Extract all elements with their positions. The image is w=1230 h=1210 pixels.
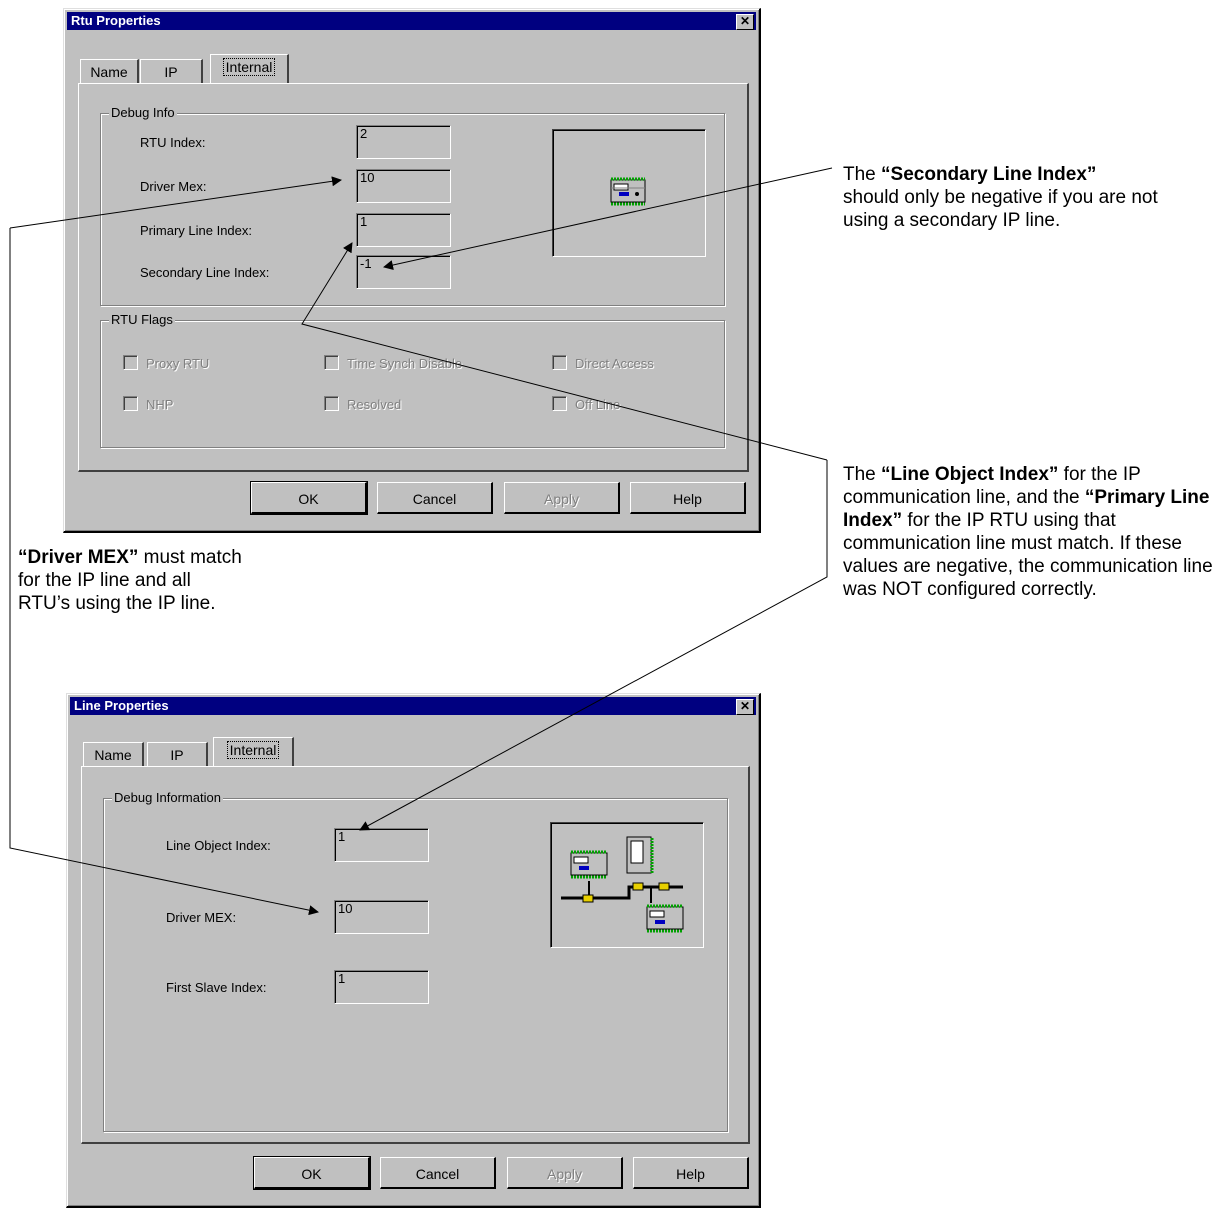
first-slave-index-field[interactable]: 1 bbox=[334, 970, 429, 1004]
rtu-ok-button[interactable]: OK bbox=[250, 481, 368, 515]
rtu-flags-legend: RTU Flags bbox=[109, 312, 175, 327]
resolved-checkbox[interactable]: Resolved bbox=[324, 396, 401, 412]
rtu-properties-dialog: Rtu Properties ✕ Name IP Internal Debug … bbox=[63, 8, 761, 533]
nhp-checkbox-box bbox=[123, 396, 138, 411]
line-tab-panel: Debug Information Line Object Index: 1 D… bbox=[81, 766, 750, 1144]
rtu-index-field[interactable]: 2 bbox=[356, 125, 451, 159]
rtu-tab-internal[interactable]: Internal bbox=[210, 54, 289, 83]
rtu-debug-info-legend: Debug Info bbox=[109, 105, 177, 120]
driver-mex-note-bold: “Driver MEX” bbox=[18, 547, 139, 568]
primary-line-index-label: Primary Line Index: bbox=[140, 223, 252, 238]
line-tab-internal-label: Internal bbox=[226, 741, 280, 759]
line-tab-name-label: Name bbox=[94, 747, 132, 763]
driver-mex-field[interactable]: 10 bbox=[356, 169, 451, 203]
line-driver-mex-label: Driver MEX: bbox=[166, 910, 237, 925]
line-tab-ip-label: IP bbox=[170, 747, 184, 763]
line-object-index-label: Line Object Index: bbox=[166, 838, 271, 853]
line-debug-information-group: Debug Information Line Object Index: 1 D… bbox=[103, 790, 728, 1132]
secondary-note-rest: should only be negative if you are not u… bbox=[843, 187, 1158, 231]
off-line-checkbox-label: Off Line bbox=[575, 397, 621, 412]
secondary-note-pre: The bbox=[843, 164, 882, 185]
line-close-icon[interactable]: ✕ bbox=[736, 699, 754, 715]
rtu-tab-ip[interactable]: IP bbox=[140, 59, 203, 84]
off-line-checkbox[interactable]: Off Line bbox=[552, 396, 620, 412]
nhp-checkbox-label: NHP bbox=[146, 397, 174, 412]
line-ok-button[interactable]: OK bbox=[253, 1156, 371, 1190]
time-synch-disable-checkbox-box bbox=[324, 355, 339, 370]
rtu-device-icon bbox=[610, 177, 646, 206]
time-synch-disable-checkbox-label: Time Synch Disable bbox=[347, 356, 463, 371]
line-tab-internal[interactable]: Internal bbox=[213, 737, 294, 766]
rtu-help-button[interactable]: Help bbox=[630, 482, 746, 514]
rtu-tab-name[interactable]: Name bbox=[80, 59, 139, 84]
direct-access-checkbox[interactable]: Direct Access bbox=[552, 355, 654, 371]
line-tab-name[interactable]: Name bbox=[83, 742, 144, 767]
rtu-close-icon[interactable]: ✕ bbox=[736, 14, 754, 30]
nhp-checkbox[interactable]: NHP bbox=[123, 396, 173, 412]
line-object-note-pre: The bbox=[843, 464, 882, 485]
line-cancel-button[interactable]: Cancel bbox=[380, 1157, 496, 1189]
line-tab-ip[interactable]: IP bbox=[147, 742, 208, 767]
line-object-index-note: The “Line Object Index” for the IP commu… bbox=[843, 463, 1225, 601]
rtu-debug-info-group: Debug Info RTU Index: 2 Driver Mex: 10 P… bbox=[100, 105, 725, 306]
rtu-apply-button[interactable]: Apply bbox=[504, 482, 620, 514]
line-object-note-bold1: “Line Object Index” bbox=[881, 464, 1059, 485]
resolved-checkbox-label: Resolved bbox=[347, 397, 402, 412]
rtu-flags-group: RTU Flags Proxy RTU Time Synch Disable D… bbox=[100, 312, 725, 448]
secondary-line-index-label: Secondary Line Index: bbox=[140, 265, 270, 280]
rtu-tab-ip-label: IP bbox=[164, 64, 178, 80]
driver-mex-label: Driver Mex: bbox=[140, 179, 207, 194]
secondary-note-bold: “Secondary Line Index” bbox=[881, 164, 1097, 185]
line-properties-dialog: Line Properties ✕ Name IP Internal Debug… bbox=[66, 693, 761, 1208]
direct-access-checkbox-box bbox=[552, 355, 567, 370]
driver-mex-note: “Driver MEX” must match for the IP line … bbox=[18, 546, 248, 615]
direct-access-checkbox-label: Direct Access bbox=[575, 356, 654, 371]
secondary-line-index-field[interactable]: -1 bbox=[356, 255, 451, 289]
line-apply-button[interactable]: Apply bbox=[507, 1157, 623, 1189]
off-line-checkbox-box bbox=[552, 396, 567, 411]
line-debug-information-legend: Debug Information bbox=[112, 790, 223, 805]
rtu-tab-internal-label: Internal bbox=[222, 58, 276, 76]
rtu-title-bar[interactable]: Rtu Properties ✕ bbox=[67, 12, 756, 30]
rtu-cancel-button[interactable]: Cancel bbox=[377, 482, 493, 514]
line-object-index-field[interactable]: 1 bbox=[334, 828, 429, 862]
rtu-tab-name-label: Name bbox=[90, 64, 128, 80]
rtu-dialog-title: Rtu Properties bbox=[71, 13, 161, 28]
rtu-icon-box bbox=[552, 129, 706, 257]
time-synch-disable-checkbox[interactable]: Time Synch Disable bbox=[324, 355, 462, 371]
rtu-index-label: RTU Index: bbox=[140, 135, 206, 150]
resolved-checkbox-box bbox=[324, 396, 339, 411]
line-title-bar[interactable]: Line Properties ✕ bbox=[70, 697, 756, 715]
network-line-icon bbox=[561, 836, 684, 933]
line-driver-mex-field[interactable]: 10 bbox=[334, 900, 429, 934]
primary-line-index-field[interactable]: 1 bbox=[356, 213, 451, 247]
line-help-button[interactable]: Help bbox=[633, 1157, 749, 1189]
first-slave-index-label: First Slave Index: bbox=[166, 980, 267, 995]
line-icon-box bbox=[550, 822, 704, 948]
proxy-rtu-checkbox-label: Proxy RTU bbox=[146, 356, 210, 371]
proxy-rtu-checkbox[interactable]: Proxy RTU bbox=[123, 355, 209, 371]
proxy-rtu-checkbox-box bbox=[123, 355, 138, 370]
secondary-line-index-note: The “Secondary Line Index” should only b… bbox=[843, 163, 1193, 232]
rtu-tab-panel: Debug Info RTU Index: 2 Driver Mex: 10 P… bbox=[78, 83, 749, 472]
line-dialog-title: Line Properties bbox=[74, 698, 169, 713]
